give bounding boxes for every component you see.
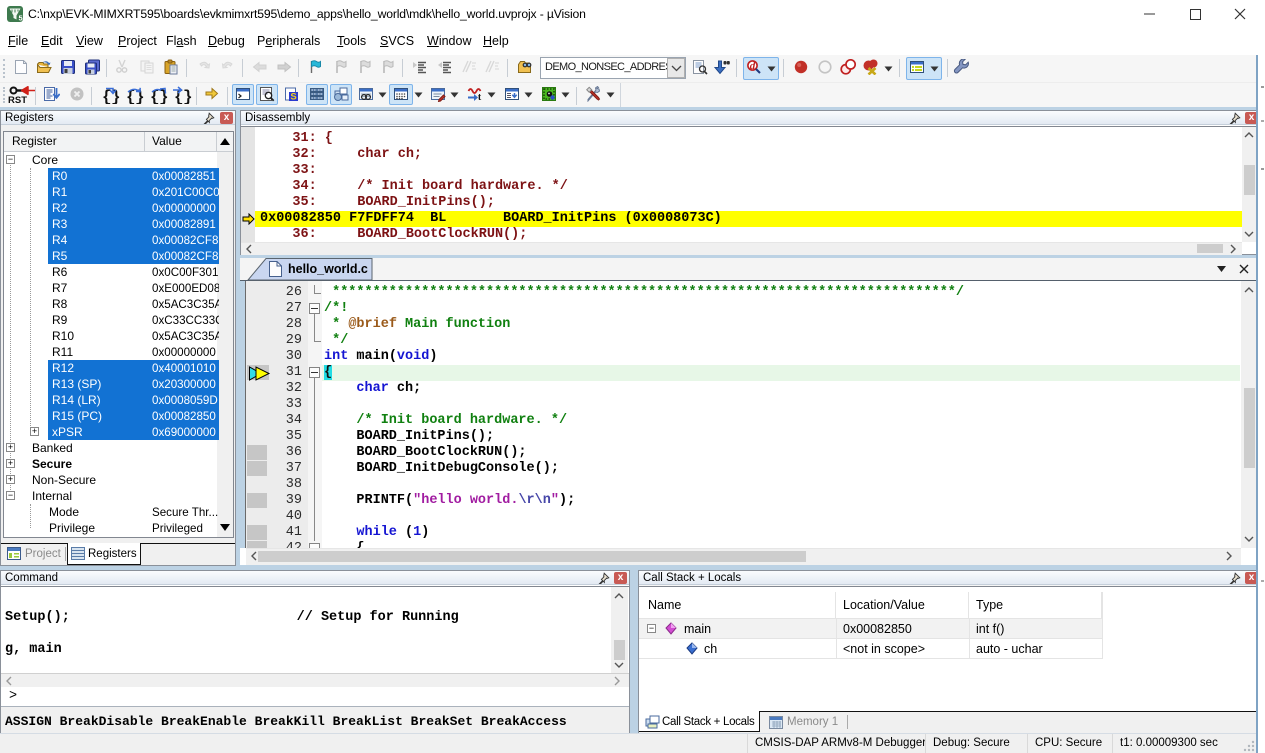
svg-text:5: 5 [19, 14, 23, 23]
svg-text:}: } [183, 88, 193, 104]
